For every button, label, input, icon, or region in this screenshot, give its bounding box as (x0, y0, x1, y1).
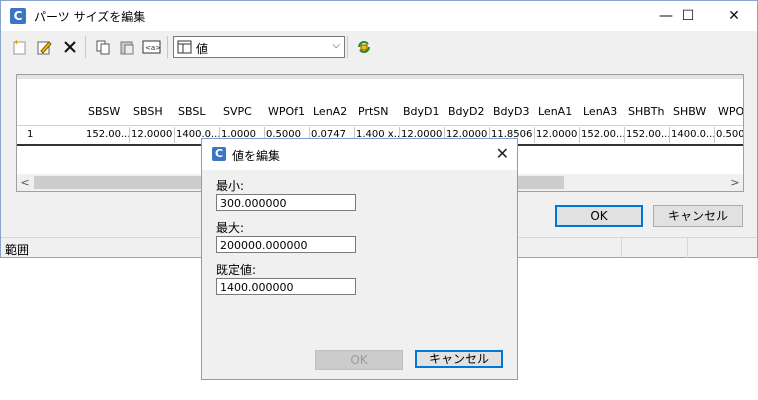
paste-icon[interactable] (116, 36, 138, 58)
grid-cell[interactable]: 1400.0... (670, 127, 715, 143)
svg-text:<a>: <a> (145, 44, 161, 52)
toolbar-separator (167, 36, 168, 58)
grid-cell[interactable]: 12.0000 (130, 127, 175, 143)
grid-cell[interactable]: 0.500 (715, 127, 743, 143)
variable-icon[interactable]: <a> (141, 36, 163, 58)
edit-icon[interactable] (33, 36, 55, 58)
column-header[interactable]: WPOf1 (268, 105, 305, 118)
column-header[interactable]: SVPC (223, 105, 252, 118)
delete-icon[interactable] (59, 36, 81, 58)
window-title: パーツ サイズを編集 (34, 10, 146, 24)
grid-header-band (17, 75, 743, 79)
column-header[interactable]: BdyD3 (493, 105, 530, 118)
status-text: 範囲 (5, 243, 30, 257)
refresh-icon[interactable] (353, 36, 375, 58)
scroll-right-icon[interactable]: > (727, 175, 743, 190)
toolbar-separator (347, 36, 348, 58)
grid-cell[interactable]: 152.00... (625, 127, 670, 143)
column-header[interactable]: LenA3 (583, 105, 617, 118)
max-input[interactable]: 200000.000000 (216, 236, 356, 253)
column-header[interactable]: SBSW (88, 105, 120, 118)
ok-button[interactable]: OK (555, 205, 643, 227)
edit-value-dialog: C 値を編集 ✕ 最小: 300.000000 最大: 200000.00000… (201, 138, 518, 380)
column-header[interactable]: PrtSN (358, 105, 389, 118)
table-column-icon (177, 40, 192, 54)
column-header[interactable]: LenA1 (538, 105, 572, 118)
close-button[interactable]: ✕ (711, 1, 757, 31)
column-header[interactable]: LenA2 (313, 105, 347, 118)
min-input[interactable]: 300.000000 (216, 194, 356, 211)
default-label: 既定値: (216, 263, 257, 277)
grid-cell[interactable]: 12.0000 (535, 127, 580, 143)
new-row-icon[interactable]: ✦ (9, 36, 31, 58)
toolbar: ✦ <a> 値 ⌵ (1, 31, 757, 63)
max-label: 最大: (216, 221, 245, 235)
grid-cell[interactable]: 152.00... (85, 127, 130, 143)
status-divider (687, 238, 688, 258)
dialog-title: 値を編集 (232, 149, 281, 163)
column-header[interactable]: SBSH (133, 105, 163, 118)
toolbar-separator (85, 36, 86, 58)
row-header[interactable]: 1 (17, 127, 93, 143)
app-icon: C (10, 8, 26, 24)
copy-icon[interactable] (92, 36, 114, 58)
status-divider (621, 238, 622, 258)
default-input[interactable]: 1400.000000 (216, 278, 356, 295)
grid-header-line (17, 125, 743, 126)
view-combo-value: 値 (196, 42, 209, 56)
scroll-left-icon[interactable]: < (17, 175, 33, 190)
cancel-button[interactable]: キャンセル (653, 205, 743, 227)
svg-text:✦: ✦ (13, 38, 20, 47)
column-header[interactable]: BdyD2 (448, 105, 485, 118)
column-header[interactable]: SBSL (178, 105, 205, 118)
dialog-ok-button[interactable]: OK (315, 350, 403, 370)
column-header[interactable]: WPO (718, 105, 743, 118)
view-combo[interactable]: 値 ⌵ (173, 36, 345, 58)
column-header[interactable]: SHBTh (628, 105, 665, 118)
column-header[interactable]: BdyD1 (403, 105, 440, 118)
title-bar: C パーツ サイズを編集 — ☐ ✕ (1, 1, 757, 31)
dialog-title-bar: C 値を編集 ✕ (202, 139, 517, 170)
chevron-down-icon: ⌵ (332, 40, 340, 51)
maximize-button[interactable]: ☐ (665, 1, 711, 31)
min-label: 最小: (216, 179, 245, 193)
app-icon: C (212, 147, 226, 161)
dialog-cancel-button[interactable]: キャンセル (415, 350, 503, 368)
grid-cell[interactable]: 152.00... (580, 127, 625, 143)
close-icon[interactable]: ✕ (496, 144, 509, 163)
column-header[interactable]: SHBW (673, 105, 706, 118)
